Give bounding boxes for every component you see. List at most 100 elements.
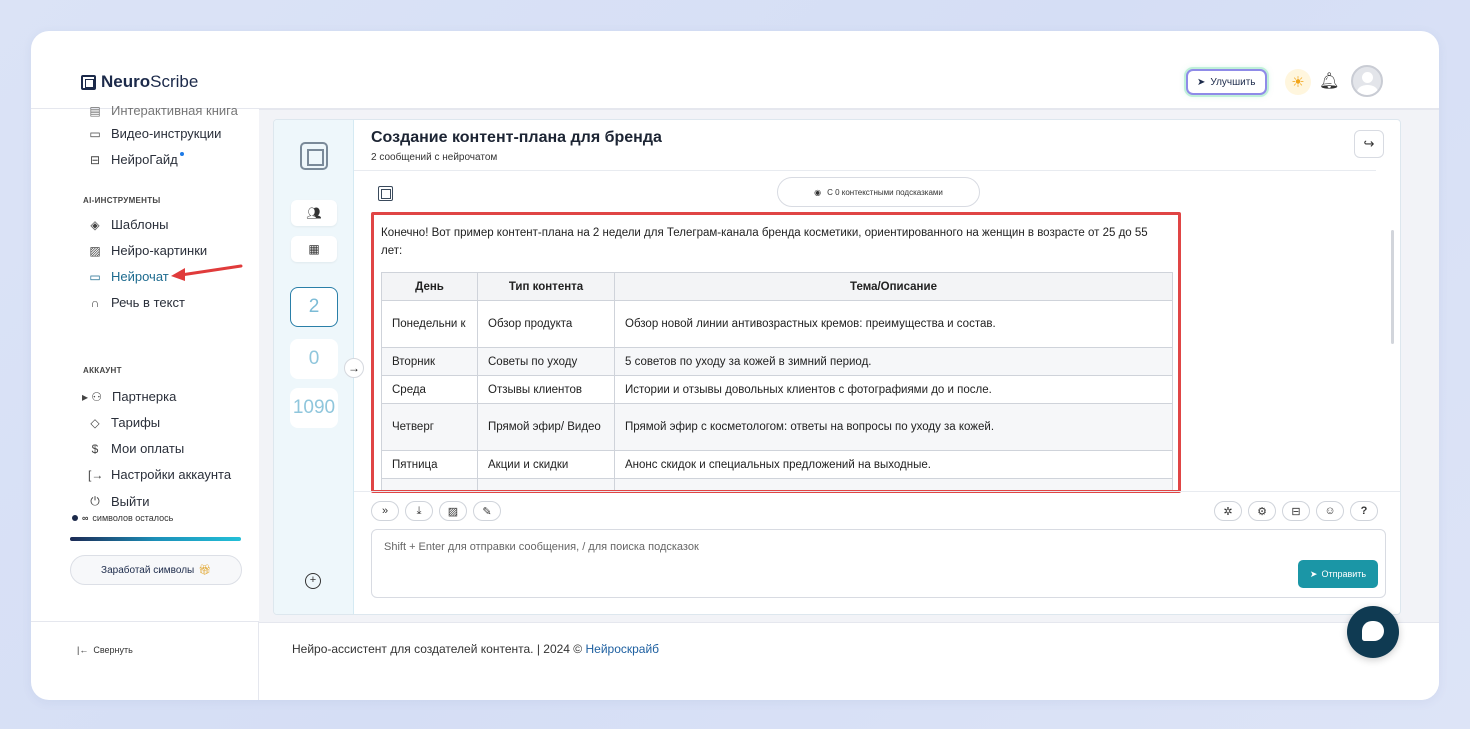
table-header: Тема/Описание [614, 272, 1173, 301]
layout-icon: ⊟ [1291, 505, 1301, 518]
layout-button[interactable]: ⊟ [1282, 501, 1310, 521]
input-placeholder: Shift + Enter для отправки сообщения, / … [384, 541, 699, 553]
bell-icon[interactable]: 🔔︎ [1319, 71, 1339, 91]
top-bar: Neuro Scribe ➤ Улучшить ☀ 🔔︎ [31, 31, 1439, 109]
table-cell: Отзывы клиентов [477, 375, 615, 404]
logo-icon [81, 74, 96, 90]
share-icon: ↪ [1363, 136, 1375, 151]
chat-rail: 👥︎ ▦ 2 0 1090 + [274, 120, 354, 614]
sidebar-item-video[interactable]: ▭ Видео-инструкции [88, 126, 221, 141]
rail-count-third[interactable]: 1090 [290, 388, 338, 428]
sidebar-item-payments[interactable]: $ Мои оплаты [88, 441, 185, 456]
table-cell: Советы по уходу [477, 347, 615, 376]
context-hints-pill[interactable]: ◉ С 0 контекстными подсказками [777, 177, 980, 207]
support-chat-button[interactable] [1347, 606, 1399, 658]
theme-toggle-sun-icon[interactable]: ☀ [1285, 69, 1311, 95]
footer: Нейро-ассистент для создателей контента.… [259, 622, 1439, 700]
rocket-icon: ➤ [1197, 76, 1206, 88]
sidebar-item-tariffs[interactable]: ◇ Тарифы [88, 415, 160, 430]
assistant-message: Конечно! Вот пример контент-плана на 2 н… [371, 212, 1181, 493]
symbols-progress-bar [70, 537, 241, 541]
table-cell: Акции и скидки [477, 450, 615, 479]
section-account: АККАУНТ [83, 366, 122, 375]
footer-link[interactable]: Нейроскрайб [585, 642, 659, 656]
section-ai-tools: AI-ИНСТРУМЕНТЫ [83, 196, 161, 205]
video-icon: ▭ [89, 126, 101, 141]
sidebar-item-speech-to-text[interactable]: ∩ Речь в текст [88, 295, 185, 310]
upgrade-button[interactable]: ➤ Улучшить [1186, 69, 1267, 95]
table-row: Пятница Акции и скидки Анонс скидок и сп… [381, 450, 1173, 479]
image-button[interactable]: ▨ [439, 501, 467, 521]
infinity-symbol: ∞ [82, 513, 89, 523]
chat-subtitle: 2 сообщений с нейрочатом [371, 152, 498, 163]
table-cell: 5 советов по уходу за кожей в зимний пер… [614, 347, 1173, 376]
share-button[interactable]: ↪ [1354, 130, 1384, 158]
plugin-button[interactable]: ✲ [1214, 501, 1242, 521]
collapse-label: Свернуть [93, 645, 133, 655]
avatar[interactable] [1351, 65, 1383, 97]
download-button[interactable]: ⤓ [405, 501, 433, 521]
image-icon: ▨ [447, 505, 459, 518]
logo[interactable]: Neuro Scribe [81, 72, 198, 92]
sidebar-item-settings[interactable]: [→ Настройки аккаунта [88, 467, 231, 482]
table-cell: Анонс скидок и специальных предложений н… [614, 450, 1173, 479]
users-icon: 👥︎ [306, 206, 322, 220]
table-header: Тип контента [477, 272, 615, 301]
image-icon: ▨ [89, 243, 101, 258]
sidebar-item-neurochat[interactable]: ▭ Нейрочат [88, 269, 169, 284]
sidebar-item-label: Видео-инструкции [111, 126, 222, 141]
sidebar-item-guide[interactable]: ⊟ НейроГайд [88, 152, 184, 167]
login-icon: [→ [88, 467, 104, 482]
magic-wand-button[interactable]: ✎ [473, 501, 501, 521]
sidebar: ▤ Интерактивная книга ▭ Видео-инструкции… [31, 103, 259, 700]
chat-title: Создание контент-плана для бренда [371, 129, 662, 146]
earn-symbols-button[interactable]: Заработай символы 🎁︎ [70, 555, 242, 585]
collapse-button[interactable]: |← Свернуть [77, 645, 133, 655]
sidebar-item-partners[interactable]: ▸ ⚇ Партнерка [81, 389, 176, 404]
upgrade-label: Улучшить [1210, 76, 1256, 88]
message-input[interactable]: Shift + Enter для отправки сообщения, / … [371, 529, 1386, 598]
symbols-label: символов осталось [92, 513, 174, 523]
rail-count-messages[interactable]: 2 [290, 287, 338, 327]
team-button[interactable]: 👥︎ [291, 200, 337, 226]
bot-logo-icon [378, 186, 393, 201]
sidebar-item-templates[interactable]: ◈ Шаблоны [88, 217, 168, 232]
power-icon: ⏻ [90, 494, 100, 508]
footer-copy: Нейро-ассистент для создателей контента.… [292, 642, 586, 656]
sidebar-item-logout[interactable]: ⏻ Выйти [88, 494, 149, 509]
help-button[interactable]: ? [1350, 501, 1378, 521]
logo-rest: Scribe [150, 72, 199, 91]
sidebar-item-label: НейроГайд [111, 152, 184, 167]
chevrons-down-icon: » [381, 505, 389, 517]
table-cell: Вторник [381, 347, 478, 376]
grid-button[interactable]: ▦ [291, 236, 337, 262]
sidebar-item-label: Тарифы [111, 415, 161, 430]
table-cell: Пятница [381, 450, 478, 479]
expand-arrow-icon[interactable]: → [344, 358, 364, 378]
gear-icon: ⚙ [1257, 505, 1267, 518]
table-row: Вторник Советы по уходу 5 советов по ухо… [381, 347, 1173, 376]
sidebar-item-label: Нейрочат [111, 269, 169, 284]
book-icon: ▤ [89, 103, 101, 118]
send-button[interactable]: ➤ Отправить [1298, 560, 1378, 588]
help-icon: ? [1360, 505, 1368, 517]
settings-button[interactable]: ⚙ [1248, 501, 1276, 521]
scrollbar[interactable] [1391, 230, 1394, 344]
sidebar-item-book[interactable]: ▤ Интерактивная книга [88, 103, 238, 118]
table-row: Четверг Прямой эфир/ Видео Прямой эфир с… [381, 403, 1173, 451]
table-header: День [381, 272, 478, 301]
table-header-row: День Тип контента Тема/Описание [381, 272, 1173, 301]
status-dot [72, 515, 78, 521]
tag-icon: ◇ [90, 415, 100, 430]
context-hints-label: С 0 контекстными подсказками [827, 187, 943, 197]
red-arrow-annotation [171, 264, 243, 281]
robot-button[interactable]: ☺ [1316, 501, 1344, 521]
sidebar-item-neuro-images[interactable]: ▨ Нейро-картинки [88, 243, 207, 258]
collapse-down-button[interactable]: » [371, 501, 399, 521]
dollar-icon: $ [91, 441, 99, 456]
sidebar-item-label: Мои оплаты [111, 441, 185, 456]
chat-icon: ▭ [89, 269, 101, 284]
download-icon: ⤓ [416, 504, 422, 517]
add-chat-icon[interactable]: + [305, 573, 321, 589]
rail-count-second[interactable]: 0 [290, 339, 338, 379]
